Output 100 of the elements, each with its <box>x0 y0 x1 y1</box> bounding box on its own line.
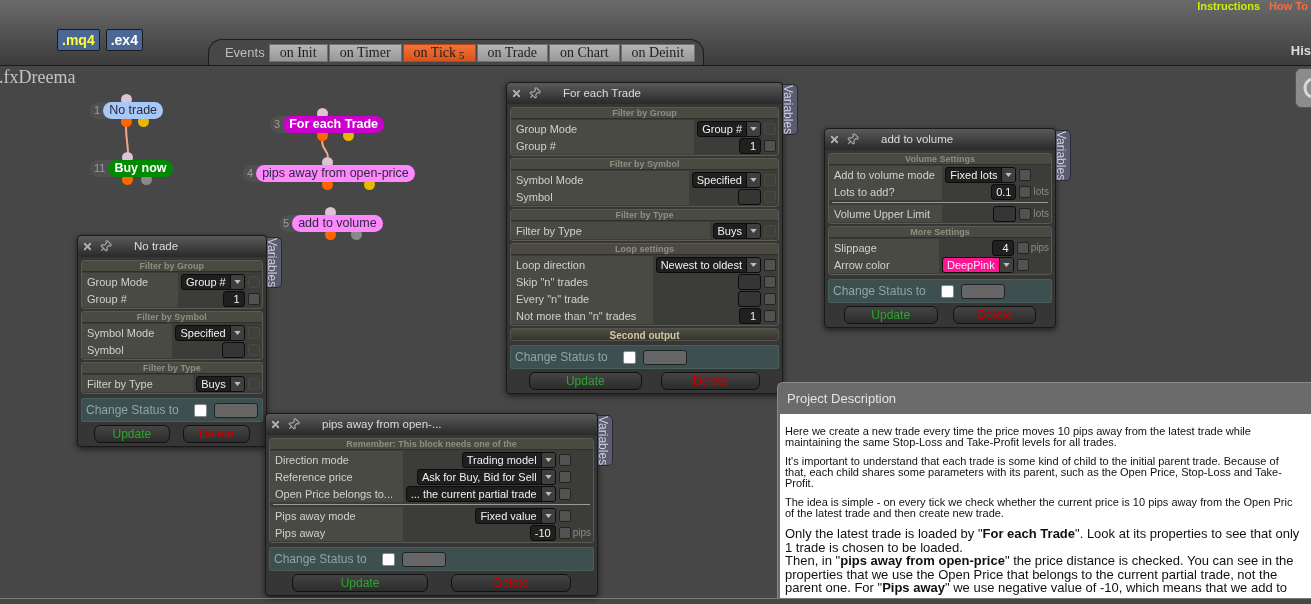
caret-icon <box>233 279 241 284</box>
input-field[interactable]: 1 <box>222 290 245 307</box>
section-heading: Filter by Group <box>82 261 262 272</box>
dropdown[interactable]: Ask for Buy, Bid for Sell <box>416 468 556 485</box>
event-tab[interactable]: on Timer <box>328 43 402 62</box>
checkbox[interactable] <box>764 292 776 305</box>
panel-title: add to volume <box>881 131 955 147</box>
section-heading: More Settings <box>829 227 1051 238</box>
description-title: Project Description <box>787 389 897 408</box>
field-label: Every "n" trade <box>516 291 590 306</box>
caret-icon <box>544 491 552 496</box>
caret-icon <box>1005 172 1013 177</box>
checkbox[interactable] <box>1016 241 1029 254</box>
node-label[interactable]: No trade <box>103 102 164 119</box>
checkbox[interactable] <box>558 526 571 539</box>
close-icon[interactable] <box>829 134 840 145</box>
dropdown[interactable]: Fixed lots <box>945 166 1017 183</box>
variables-tab[interactable]: Variables <box>1056 130 1071 182</box>
export-button[interactable]: .ex4 <box>105 29 143 51</box>
node-label[interactable]: pips away from open-price <box>256 165 415 182</box>
update-button[interactable]: Update <box>291 574 429 592</box>
caret-icon <box>544 513 552 518</box>
variables-tab[interactable]: Variables <box>783 84 798 136</box>
checkbox[interactable] <box>558 487 571 500</box>
input-field[interactable]: 1 <box>739 137 761 154</box>
dropdown[interactable]: Newest to oldest <box>655 256 761 273</box>
field-label: Group # <box>516 138 556 153</box>
field-label: Group Mode <box>87 274 149 289</box>
field-label: Filter by Type <box>516 223 582 238</box>
unit-label: lots <box>1033 207 1050 220</box>
input-field[interactable]: 4 <box>991 239 1014 256</box>
input-field[interactable] <box>738 188 761 205</box>
checkbox[interactable] <box>1019 185 1032 198</box>
checkbox[interactable] <box>558 453 571 466</box>
checkbox[interactable] <box>558 509 571 522</box>
checkbox[interactable] <box>764 309 776 322</box>
event-tab[interactable]: on Deinit <box>620 43 696 62</box>
app-logo: .fxDreema <box>0 67 76 87</box>
input-field[interactable] <box>738 290 761 307</box>
update-button[interactable]: Update <box>93 425 171 443</box>
checkbox[interactable] <box>193 403 207 417</box>
event-tab[interactable]: on Tick $_{5}$ <box>402 43 476 62</box>
event-tab[interactable]: on Init <box>268 43 328 62</box>
section-heading: Filter by Group <box>511 108 778 119</box>
field-label: Group # <box>87 291 127 306</box>
close-icon[interactable] <box>82 241 93 252</box>
checkbox[interactable] <box>247 292 260 305</box>
field-label: Filter by Type <box>87 376 153 391</box>
connector-line <box>125 126 129 154</box>
checkbox[interactable] <box>1019 207 1032 220</box>
caret-icon <box>544 474 552 479</box>
export-button[interactable]: .mq4 <box>57 29 100 51</box>
input-field[interactable] <box>642 349 687 365</box>
field-label: Skip "n" trades <box>516 274 588 289</box>
section-heading: Filter by Symbol <box>511 159 778 170</box>
checkbox[interactable] <box>764 139 776 152</box>
variables-tab[interactable]: Variables <box>598 415 613 467</box>
side-button[interactable] <box>1295 68 1311 108</box>
dropdown[interactable]: ... the current partial trade <box>405 485 556 502</box>
checkbox[interactable] <box>1019 168 1032 181</box>
input-field[interactable] <box>960 283 1005 299</box>
input-field[interactable] <box>221 341 245 358</box>
checkbox[interactable] <box>558 470 571 483</box>
field-label: Pips away <box>275 525 326 540</box>
input-field[interactable] <box>993 205 1017 222</box>
event-tab[interactable]: on Trade <box>476 43 548 62</box>
close-icon[interactable] <box>511 88 522 99</box>
checkbox[interactable] <box>1016 258 1029 271</box>
dropdown[interactable]: Trading model <box>461 451 556 468</box>
update-button[interactable]: Update <box>843 306 938 324</box>
field-label: Change Status to <box>833 283 926 300</box>
checkbox[interactable] <box>764 275 776 288</box>
panel-title: pips away from open-... <box>322 416 443 432</box>
node-label[interactable]: Buy now <box>108 160 173 177</box>
checkbox[interactable] <box>622 350 636 364</box>
unit-label: pips <box>572 526 592 539</box>
close-icon[interactable] <box>270 419 281 430</box>
unit-label: lots <box>1033 185 1050 198</box>
input-field[interactable] <box>738 273 761 290</box>
caret-icon <box>233 381 241 386</box>
field-label: Group Mode <box>516 121 578 136</box>
node-label[interactable]: For each Trade <box>283 116 385 133</box>
caret-icon <box>1002 262 1010 267</box>
input-field[interactable]: 0.1 <box>991 183 1017 200</box>
caret-icon <box>750 228 757 233</box>
input-field[interactable] <box>213 402 258 418</box>
dropdown[interactable]: Fixed value <box>475 507 556 524</box>
input-field[interactable]: 1 <box>739 307 761 324</box>
field-label: Symbol <box>87 342 124 357</box>
event-tab[interactable]: on Chart <box>548 43 620 62</box>
checkbox[interactable] <box>940 284 954 298</box>
checkbox[interactable] <box>381 552 395 566</box>
node-label[interactable]: add to volume <box>292 215 383 232</box>
input-field[interactable] <box>401 551 446 567</box>
update-button[interactable]: Update <box>528 372 642 390</box>
field-label: Symbol <box>516 189 553 204</box>
checkbox[interactable] <box>764 258 776 271</box>
top-link[interactable]: Instructions <box>1197 0 1261 12</box>
input-field[interactable]: -10 <box>529 524 556 541</box>
connector-line <box>321 140 329 158</box>
